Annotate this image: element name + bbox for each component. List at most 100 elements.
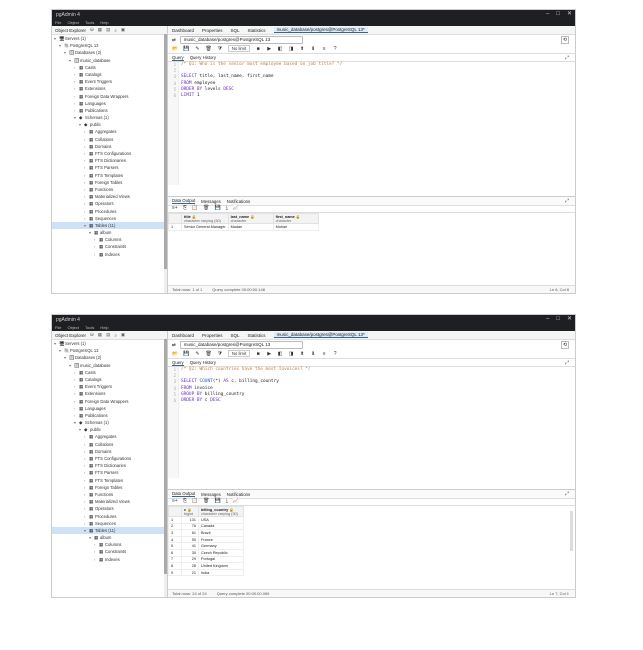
tree-node[interactable]: ▾ ◆ Schemas (1) — [52, 419, 167, 426]
column-header[interactable]: billing_country 🔒 character varying (30) — [198, 506, 244, 517]
grid-icon[interactable]: ▦ — [98, 27, 102, 33]
expand-icon[interactable]: ⤢ — [565, 55, 569, 61]
tree-node[interactable]: ▾ ◆ Schemas (1) — [52, 114, 167, 121]
menu-file[interactable]: File — [55, 20, 61, 25]
tree-node[interactable]: › ▦ FTS Configurations — [52, 150, 167, 157]
tree-node[interactable]: › ▦ FTS Templates — [52, 477, 167, 484]
table-cell[interactable]: India — [198, 568, 244, 577]
tab-properties[interactable]: Properties — [202, 333, 223, 338]
table-row[interactable]: 1 131 USA — [168, 516, 244, 524]
tree-node[interactable]: ▾ ◆ public — [52, 121, 167, 128]
tree-node[interactable]: ▾ ▦ album — [52, 534, 167, 541]
delete-icon[interactable]: 🗑 — [205, 351, 211, 357]
menu-tools[interactable]: Tools — [85, 325, 94, 330]
tree-node[interactable]: › ▦ Domains — [52, 448, 167, 455]
table-row[interactable]: 4 50 France — [168, 535, 244, 544]
table-row[interactable]: 3 61 Brazil — [168, 529, 244, 537]
table-cell[interactable]: 41 — [181, 542, 199, 550]
grid-icon[interactable]: ▦ — [98, 332, 102, 338]
macros-icon[interactable]: ≡ — [321, 351, 327, 357]
table-row[interactable]: 1 Senior General Manager Madan Mohan — [168, 223, 319, 231]
tree-node[interactable]: › ▦ Operators — [52, 505, 167, 512]
search-icon[interactable]: ⌕ — [114, 28, 117, 33]
minimize-icon[interactable]: – — [546, 315, 549, 324]
tree-node[interactable]: ▾ 🗄music_database — [52, 362, 167, 369]
tree-node[interactable]: › ▦ Publications — [52, 412, 167, 419]
tree-node[interactable]: › ▦ Extensions — [52, 390, 167, 397]
menu-object[interactable]: Object — [67, 20, 79, 25]
delete-icon[interactable]: 🗑 — [205, 46, 211, 52]
tree-node[interactable]: › ▦ Aggregates — [52, 433, 167, 440]
tree-node[interactable]: ▾ 🗄Databases (2) — [52, 354, 167, 361]
tree-node[interactable]: › ▦ Indexes — [52, 556, 167, 563]
explain-analyze-icon[interactable]: ◨ — [288, 46, 294, 52]
tree-node[interactable]: › ▦ Foreign Tables — [52, 179, 167, 186]
tree-node[interactable]: › ▦ Materialized Views — [52, 498, 167, 505]
table-cell[interactable]: USA — [198, 516, 244, 524]
column-header[interactable]: first_name 🔒 character — [272, 213, 319, 224]
tree-node[interactable]: › ▦ Domains — [52, 143, 167, 150]
delete-row-icon[interactable]: 🗑 — [203, 205, 209, 211]
minimize-icon[interactable]: – — [546, 10, 549, 19]
tree-node[interactable]: › ▦ Casts — [52, 369, 167, 376]
database-icon[interactable]: ⛁ — [90, 332, 94, 338]
tree-node[interactable]: › ▦ FTS Dictionaries — [52, 157, 167, 164]
tree-node[interactable]: › ▦ FTS Templates — [52, 172, 167, 179]
tree-node[interactable]: ▾ ▦ album — [52, 229, 167, 236]
menu-help[interactable]: Help — [100, 20, 108, 25]
table-cell[interactable]: 50 — [181, 535, 199, 544]
tree-node[interactable]: › ▦ Languages — [52, 405, 167, 412]
table-cell[interactable]: 21 — [181, 568, 199, 577]
column-header[interactable]: title 🔒 character varying (50) — [181, 213, 229, 224]
tab-dashboard[interactable]: Dashboard — [172, 28, 194, 33]
menu-help[interactable]: Help — [100, 325, 108, 330]
filter-icon[interactable]: ⧩ — [217, 351, 223, 357]
sql-editor[interactable]: 1 /* Q1: Who is the senior most employee … — [168, 62, 575, 185]
add-row-icon[interactable]: ≡+ — [172, 498, 178, 504]
download-icon[interactable]: ⤓ — [226, 205, 228, 211]
table-row[interactable]: 9 21 India — [168, 568, 244, 577]
macros-icon[interactable]: ≡ — [321, 46, 327, 52]
tree-node[interactable]: › ▦ FTS Parsers — [52, 164, 167, 171]
connection-select[interactable]: music_database/postgres@PostgreSQL 13 — [179, 35, 303, 44]
execute-icon[interactable]: ▶ — [266, 46, 272, 52]
maximize-icon[interactable]: □ — [556, 315, 560, 324]
execute-icon[interactable]: ▶ — [266, 351, 272, 357]
tree-node[interactable]: › ▦ Foreign Tables — [52, 484, 167, 491]
results-scrollbar[interactable] — [570, 511, 573, 551]
paste-icon[interactable]: 📋 — [192, 498, 198, 504]
table-cell[interactable]: 131 — [181, 516, 199, 524]
save-data-icon[interactable]: 💾 — [214, 205, 220, 211]
download-icon[interactable]: ⤓ — [226, 498, 228, 504]
tab-messages[interactable]: Messages — [201, 492, 221, 497]
connection-select[interactable]: music_database/postgres@PostgreSQL 13 — [179, 340, 303, 349]
explain-icon[interactable]: ◧ — [277, 351, 283, 357]
tree-node[interactable]: › ▦ Columns — [52, 541, 167, 548]
table-row[interactable]: 8 28 United Kingdom — [168, 562, 244, 570]
tab-statistics[interactable]: Statistics — [248, 28, 266, 33]
copy-icon[interactable]: ⎘ — [183, 205, 187, 211]
tree-node[interactable]: › ▦ Materialized Views — [52, 193, 167, 200]
close-icon[interactable]: ✕ — [567, 10, 572, 19]
tree-node[interactable]: › ▦ Constraints — [52, 548, 167, 555]
table-icon[interactable]: ▤ — [106, 27, 110, 33]
tree-node[interactable]: › ▦ Collations — [52, 136, 167, 143]
tree-node[interactable]: ▾ ▦ Tables (11) — [52, 526, 167, 535]
reset-layout-icon[interactable]: ⟲ — [561, 340, 569, 349]
tree-node[interactable]: ▾ 🗄Databases (2) — [52, 49, 167, 56]
tree-node[interactable]: › ▦ FTS Dictionaries — [52, 462, 167, 469]
tree-node[interactable]: › ▦ Columns — [52, 236, 167, 243]
table-row[interactable]: 2 76 Canada — [168, 522, 244, 531]
tree-node[interactable]: › ▦ Aggregates — [52, 128, 167, 135]
table-cell[interactable]: 61 — [181, 529, 199, 537]
edit-icon[interactable]: ✎ — [194, 46, 200, 52]
menu-tools[interactable]: Tools — [85, 20, 94, 25]
tree-node[interactable]: ▾ 🐘PostgreSQL 13 — [52, 347, 167, 354]
table-cell[interactable]: Portugal — [198, 555, 244, 564]
save-data-icon[interactable]: 💾 — [214, 498, 220, 504]
table-cell[interactable]: France — [198, 535, 244, 544]
tree-node[interactable]: › ▦ Extensions — [52, 85, 167, 92]
tree-node[interactable]: ▾ 🖥Servers (1) — [52, 35, 167, 42]
tree-node[interactable]: › ▦ Procedures — [52, 513, 167, 520]
limit-select[interactable]: No limit — [227, 45, 251, 52]
